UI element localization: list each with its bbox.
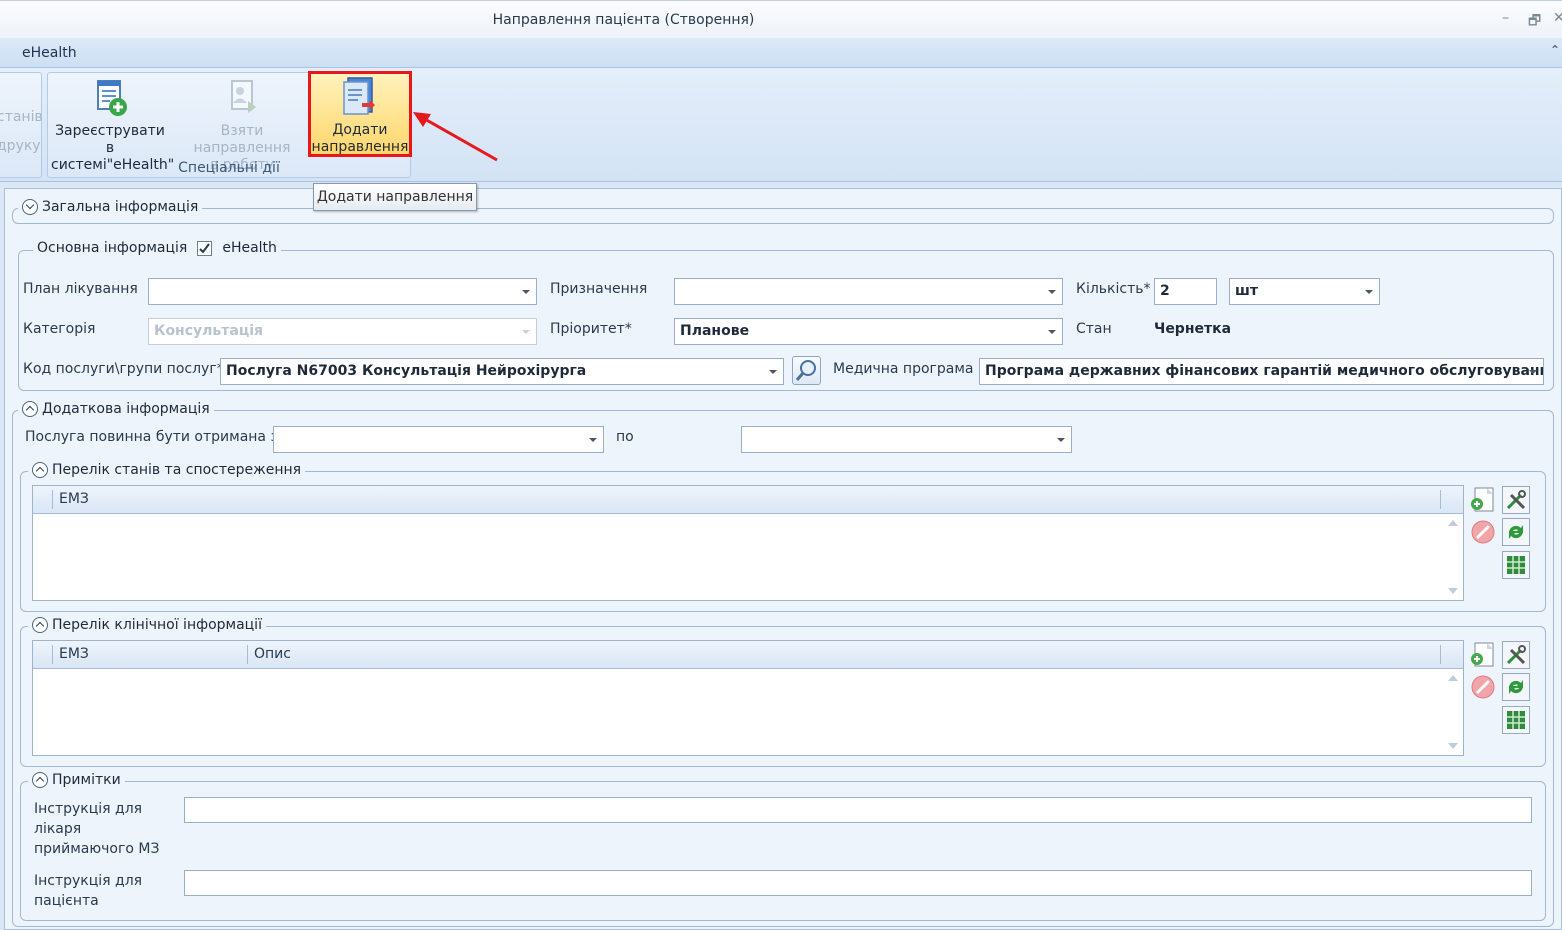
medical-program-label: Медична програма [833,361,974,377]
tooltip: Додати направлення [313,183,477,211]
ribbon-collapse-icon[interactable]: ⌃ [1550,43,1560,57]
unit-select[interactable]: шт [1229,278,1380,305]
clinical-scrollbar[interactable] [1445,675,1459,749]
take-referral-icon [231,80,256,113]
collapse-icon[interactable] [32,462,48,478]
add-referral-icon [343,77,375,115]
column-header-emz[interactable]: ЕМЗ [59,646,89,662]
medical-program-select[interactable]: Програма державних фінансових гарантій м… [979,358,1544,385]
service-to-label: по [616,429,634,445]
edit-condition-button[interactable] [1502,486,1530,514]
service-code-label: Код послуги\групи послуг* [23,361,224,377]
window-title-bar: Направлення пацієнта (Створення) – 🗗 ✕ [0,0,1562,38]
purpose-select[interactable] [674,278,1063,305]
delete-icon [1471,520,1495,544]
add-referral-button[interactable]: Додати направлення [308,71,412,157]
category-select: Консультація [148,318,537,345]
tab-ehealth[interactable]: eHealth [22,45,77,61]
general-info-legend[interactable]: Загальна інформація [18,199,203,215]
add-document-icon [1471,487,1494,512]
doctor-instruction-input[interactable] [184,797,1532,823]
service-from-label: Послуга повинна бути отримана з [25,429,278,445]
priority-label: Пріоритет* [550,321,632,337]
collapse-icon[interactable] [32,772,48,788]
notes-legend[interactable]: Примітки [28,772,125,788]
ehealth-checkbox[interactable] [197,240,213,256]
quantity-label: Кількість* [1076,281,1151,297]
column-header-emz[interactable]: ЕМЗ [59,491,89,507]
delete-icon [1471,675,1495,699]
clinical-info-grid[interactable]: ЕМЗ Опис [32,640,1464,756]
plan-label: План лікування [23,281,138,297]
export-condition-button[interactable] [1502,551,1530,579]
state-label: Стан [1076,321,1112,337]
close-button[interactable]: ✕ [1553,10,1562,26]
service-from-date[interactable] [273,426,604,453]
export-clinical-button[interactable] [1502,706,1530,734]
main-info-legend: Основна інформація eHealth [33,240,281,256]
plan-select[interactable] [148,278,537,305]
service-search-button[interactable] [792,356,821,385]
register-document-icon [97,80,127,116]
refresh-clinical-button[interactable] [1502,673,1530,701]
expand-icon[interactable] [22,199,38,215]
clinical-info-legend[interactable]: Перелік клінічної інформації [28,617,266,633]
patient-instruction-input[interactable] [184,870,1532,896]
spreadsheet-icon [1507,711,1525,729]
add-clinical-button[interactable] [1469,641,1497,669]
spreadsheet-icon [1507,556,1525,574]
conditions-grid-header: ЕМЗ [33,486,1463,514]
ribbon-group-label: Спеціальні дії [178,160,280,176]
priority-select[interactable]: Планове [674,318,1063,345]
checkmark-icon [199,242,211,254]
collapse-icon[interactable] [22,401,38,417]
patient-instruction-label: Інструкція для пацієнта [34,873,143,909]
add-document-icon [1471,642,1494,667]
clinical-grid-header: ЕМЗ Опис [33,641,1463,669]
delete-condition-button[interactable] [1469,518,1497,546]
minimize-button[interactable]: – [1502,10,1509,26]
tools-icon [1506,490,1526,510]
purpose-label: Призначення [550,281,648,297]
doctor-instruction-label: Інструкція для лікаря приймаючого МЗ [34,801,160,857]
partial-button: станів друку [0,109,43,154]
ribbon-group-partial: станів друку [0,72,43,178]
annotation-arrow-icon [413,112,498,162]
conditions-scrollbar[interactable] [1445,520,1459,594]
tools-icon [1506,645,1526,665]
restore-button[interactable]: 🗗 [1528,10,1541,34]
additional-info-legend[interactable]: Додаткова інформація [18,401,214,417]
state-value: Чернетка [1154,321,1232,337]
column-header-description[interactable]: Опис [254,646,291,662]
refresh-icon [1508,680,1524,694]
window-title: Направлення пацієнта (Створення) [492,12,755,28]
ribbon-tab-bar: eHealth ⌃ [0,38,1562,68]
edit-clinical-button[interactable] [1502,641,1530,669]
add-condition-button[interactable] [1469,486,1497,514]
category-label: Категорія [23,321,96,337]
conditions-grid[interactable]: ЕМЗ [32,485,1464,601]
ribbon: станів друку Зареєструвати в системі"eHe… [0,68,1562,182]
service-to-date[interactable] [741,426,1072,453]
refresh-condition-button[interactable] [1502,518,1530,546]
main-panel: Загальна інформація Основна інформація e… [4,188,1562,930]
refresh-icon [1508,525,1524,539]
collapse-icon[interactable] [32,617,48,633]
quantity-input[interactable]: 2 [1154,278,1217,305]
general-info-group [12,208,1554,224]
magnifier-icon [795,360,816,381]
service-code-select[interactable]: Послуга N67003 Консультація Нейрохірурга [220,358,784,385]
delete-clinical-button[interactable] [1469,673,1497,701]
conditions-legend[interactable]: Перелік станів та спостереження [28,462,306,478]
